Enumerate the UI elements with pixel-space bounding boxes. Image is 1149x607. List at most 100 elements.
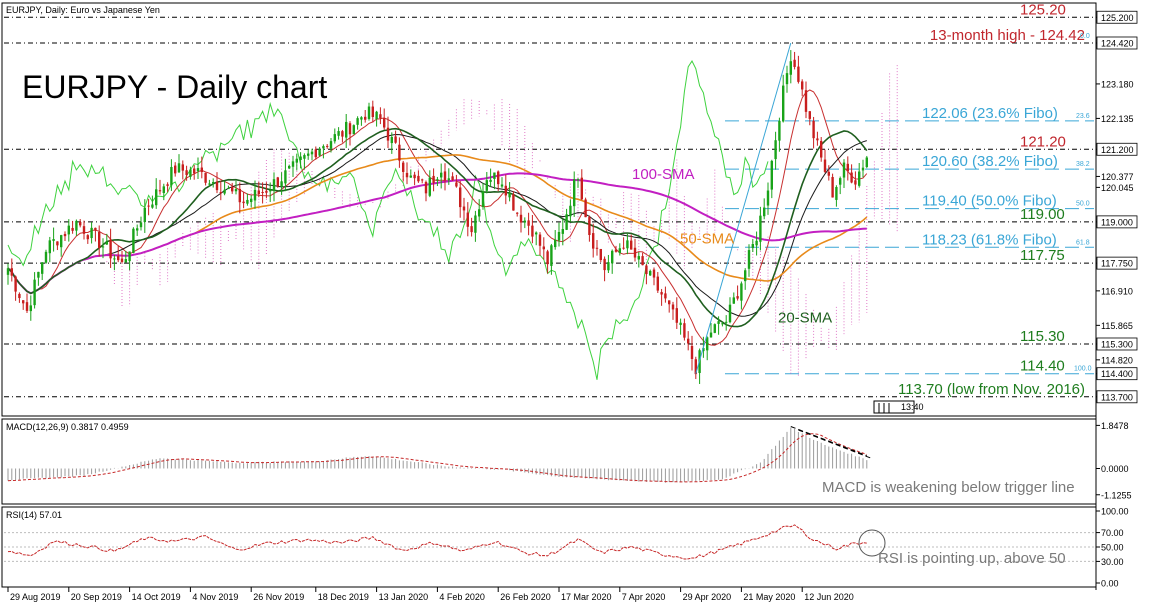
candle-body-147 <box>565 214 568 230</box>
candle-body-131 <box>504 185 507 196</box>
macd-title: MACD(12,26,9) 0.3817 0.4959 <box>6 422 129 432</box>
candle-body-185 <box>709 332 713 338</box>
candle-body-44 <box>174 165 177 174</box>
candle-body-176 <box>675 308 678 323</box>
price-axis: 125.200 124.420 123.180 122.135 121.200 120.3… <box>1096 10 1138 404</box>
annotation-1: 13-month high - 124.42 <box>930 27 1085 44</box>
label-sma-100: 100-SMA <box>632 166 695 183</box>
candle-body-143 <box>550 245 553 266</box>
candle-body-89 <box>345 121 348 138</box>
price-tick-2: 123.180 <box>1101 79 1134 89</box>
candle-body-23 <box>94 227 97 231</box>
time-tick-11: 29 Apr 2020 <box>683 592 732 602</box>
candle-body-0 <box>6 268 10 275</box>
fibo-ratio-start: 0.0 <box>1080 33 1090 40</box>
price-annotations: 125.20 13-month high - 124.42 122.06 (23.6… <box>898 1 1092 398</box>
annotation-11: 113.70 (low from Nov. 2016) <box>898 381 1085 398</box>
macd-trend-line-2 <box>798 429 871 459</box>
label-sma-50: 50-SMA <box>680 230 734 247</box>
price-tick-7: 119.000 <box>1101 217 1133 227</box>
candle-body-81 <box>314 149 317 158</box>
annotation-6: 119.00 <box>1020 206 1065 223</box>
candle-body-215 <box>823 159 827 172</box>
candle-body-209 <box>801 81 804 90</box>
candle-body-91 <box>352 125 355 135</box>
candle-body-128 <box>493 172 496 179</box>
candle-body-150 <box>576 179 580 181</box>
macd-pane: MACD(12,26,9) 0.3817 0.4959 1.8478 0.0000… <box>6 421 1132 500</box>
bar-clock-text: 13:40 <box>901 402 924 412</box>
candle-body-103 <box>398 144 401 161</box>
candle-body-211 <box>808 111 811 119</box>
candle-body-56 <box>219 191 222 194</box>
candle-body-26 <box>105 241 108 245</box>
candle-body-70 <box>272 179 276 191</box>
candle-body-108 <box>417 175 420 182</box>
candle-body-113 <box>436 179 439 181</box>
candle-body-180 <box>690 345 694 360</box>
candle-body-124 <box>478 209 481 217</box>
price-tick-9: 116.910 <box>1101 286 1133 296</box>
candle-body-52 <box>204 172 207 183</box>
time-tick-10: 7 Apr 2020 <box>622 592 666 602</box>
candle-body-78 <box>303 155 306 159</box>
candle-body-100 <box>386 127 390 141</box>
candle-body-205 <box>785 73 789 85</box>
candle-body-136 <box>523 220 526 223</box>
candle-body-119 <box>459 187 462 208</box>
candle-body-151 <box>580 177 583 200</box>
candle-body-111 <box>428 177 431 196</box>
candle-body-223 <box>854 180 857 185</box>
rsi-axis: 100.00 70.00 50.00 30.00 0.00 <box>1096 507 1129 589</box>
candle-body-114 <box>440 172 443 178</box>
rsi-path <box>7 524 867 560</box>
candle-body-196 <box>751 244 754 248</box>
candle-body-68 <box>265 190 268 193</box>
candle-body-127 <box>489 179 492 182</box>
candle-body-85 <box>329 141 333 149</box>
candle-body-17 <box>71 227 74 231</box>
price-tick-10: 115.865 <box>1101 321 1133 331</box>
candle-body-92 <box>356 118 359 125</box>
candle-body-158 <box>607 262 610 271</box>
time-tick-9: 17 Mar 2020 <box>561 592 612 602</box>
candle-body-165 <box>633 247 637 258</box>
candle-body-178 <box>683 323 686 338</box>
candle-body-189 <box>725 321 728 323</box>
time-tick-12: 21 May 2020 <box>743 592 795 602</box>
candle-body-191 <box>732 297 735 304</box>
candle-body-208 <box>797 66 800 82</box>
price-pane: EURJPY, Daily: Euro vs Japanese Yen EURJ… <box>4 1 1138 414</box>
candle-body-3 <box>18 293 21 299</box>
candle-body-152 <box>584 199 587 218</box>
rsi-line <box>7 524 867 560</box>
candle-body-120 <box>462 206 466 211</box>
candle-body-45 <box>177 163 181 173</box>
candle-body-6 <box>29 305 32 312</box>
candle-body-61 <box>238 188 241 203</box>
candle-body-225 <box>861 167 865 171</box>
candle-body-170 <box>652 269 656 278</box>
fibo-ratio-7: 61.8 <box>1076 239 1090 246</box>
candle-body-153 <box>588 217 591 236</box>
candle-body-202 <box>774 140 777 160</box>
candle-body-184 <box>706 337 709 351</box>
chart-window: EURJPY, Daily: Euro vs Japanese Yen EURJ… <box>0 0 1149 607</box>
candle-body-86 <box>333 134 336 142</box>
candle-body-192 <box>736 296 739 299</box>
candle-body-38 <box>151 204 154 208</box>
candle-body-126 <box>485 180 488 191</box>
candle-body-87 <box>337 131 340 136</box>
candle-body-101 <box>390 137 393 144</box>
candle-body-226 <box>865 157 868 168</box>
candle-body-71 <box>276 177 279 187</box>
candle-body-116 <box>447 178 450 180</box>
candle-body-41 <box>162 186 165 194</box>
candle-body-171 <box>656 276 659 291</box>
annotation-9: 115.30 <box>1020 328 1065 345</box>
candle-body-16 <box>67 225 70 235</box>
candle-body-105 <box>405 172 409 178</box>
candle-body-199 <box>763 207 766 217</box>
candle-body-135 <box>519 214 523 223</box>
candle-body-224 <box>858 171 861 186</box>
